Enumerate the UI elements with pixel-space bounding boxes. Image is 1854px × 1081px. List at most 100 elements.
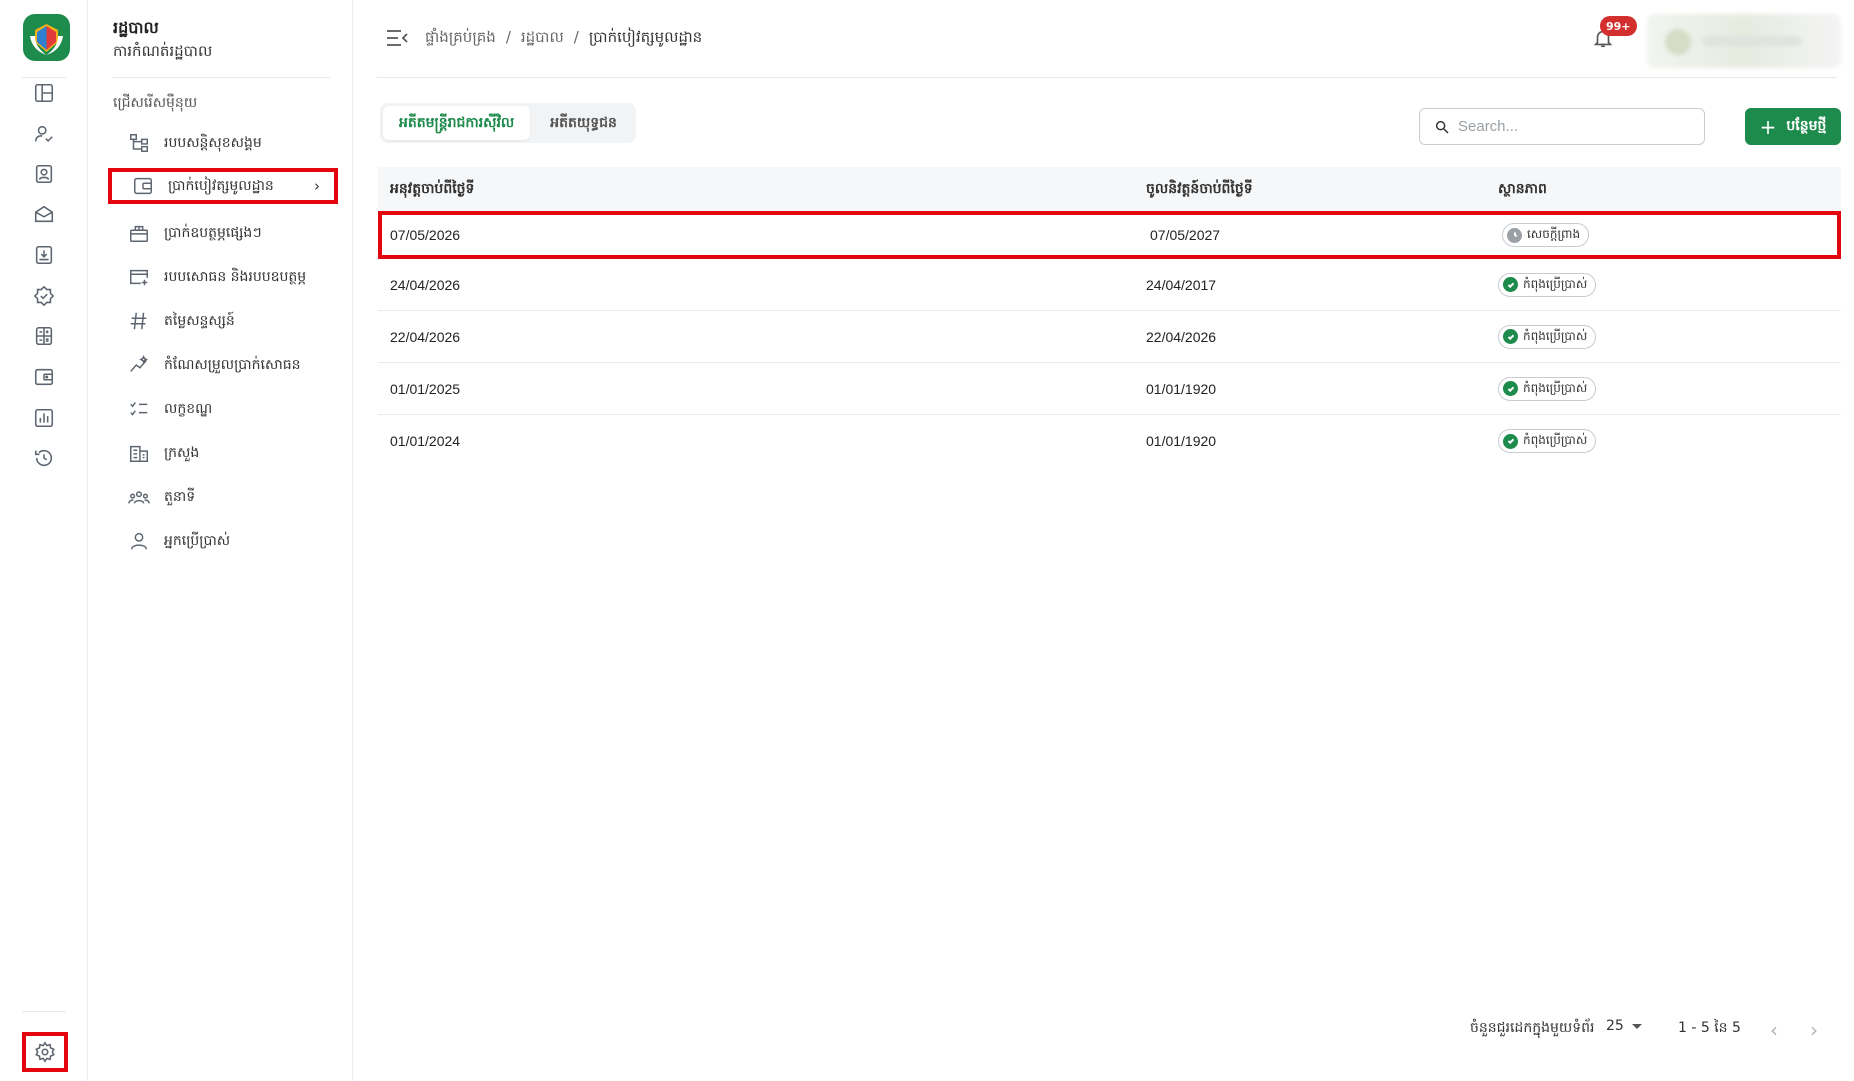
- header-divider: [377, 77, 1837, 78]
- hashtag-icon: [130, 312, 147, 330]
- dashboard-icon[interactable]: [30, 79, 58, 107]
- submenu-divider: [112, 77, 330, 78]
- status-badge: កំពុងប្រើប្រាស់: [1498, 324, 1597, 349]
- search-icon: [1435, 120, 1449, 134]
- cell-effective-date: 01/01/2025: [390, 380, 461, 397]
- cell-status: កំពុងប្រើប្រាស់: [1486, 324, 1841, 349]
- submenu-item-label: តួនាទី: [164, 488, 196, 505]
- breadcrumb-dashboard[interactable]: ផ្ទាំងគ្រប់គ្រង: [425, 28, 496, 50]
- cell-retirement-date: 22/04/2026: [1146, 328, 1217, 345]
- building-icon: [129, 445, 149, 462]
- check-circle-icon: [1503, 433, 1518, 449]
- submenu-section-label: ជ្រើសរើសម៉ឺនុយ: [113, 95, 198, 111]
- submenu-item-index-value[interactable]: តម្លៃសន្ទស្សន៍: [128, 303, 336, 339]
- history-icon[interactable]: [30, 444, 58, 472]
- submenu-item-label: លក្ខខណ្ឌ: [164, 400, 213, 417]
- submenu-item-label: របបសន្តិសុខសង្គម: [164, 134, 262, 151]
- card-plus-icon: [130, 269, 148, 286]
- cell-retirement-date: 24/04/2017: [1146, 276, 1217, 293]
- plus-icon: +: [1759, 114, 1777, 139]
- sparkle-chart-icon: [130, 355, 148, 372]
- next-page-button[interactable]: ›: [1810, 1018, 1818, 1042]
- submenu-item-label: របបសោធន និងរបបឧបត្ថម្ភ: [164, 268, 307, 285]
- breadcrumb-current: ប្រាក់បៀវត្សមូលដ្ឋាន: [588, 28, 703, 46]
- table-row[interactable]: 01/01/2025 01/01/1920 កំពុងប្រើប្រាស់: [378, 363, 1841, 415]
- add-new-label: បន្ថែមថ្មី: [1786, 118, 1827, 134]
- base-salary-table: អនុវត្តចាប់ពីថ្ងៃទី ចូលនិវត្តន៍ចាប់ពីថ្ង…: [378, 167, 1841, 467]
- wallet-icon: [134, 177, 152, 195]
- icon-rail: [0, 0, 88, 1081]
- cell-retirement-date: 01/01/1920: [1146, 380, 1217, 397]
- settings-button[interactable]: [22, 1032, 68, 1072]
- status-label: កំពុងប្រើប្រាស់: [1523, 380, 1588, 395]
- rows-per-page-select[interactable]: 25: [1606, 1018, 1642, 1034]
- tab-former-veterans[interactable]: អតីតយុទ្ធជន: [534, 106, 633, 140]
- tab-former-civil-servants[interactable]: អតីតមន្ត្រីរាជការស៊ីវិល: [383, 106, 531, 140]
- menu-collapse-icon: [387, 30, 408, 46]
- submenu-item-roles[interactable]: តួនាទី: [128, 479, 336, 515]
- submenu-item-label: កំណែសម្រួលប្រាក់សោធន: [164, 356, 301, 373]
- clock-icon: [1507, 227, 1522, 243]
- user-icon: [130, 532, 148, 550]
- calculator-icon[interactable]: [30, 322, 58, 350]
- submenu-item-ministries[interactable]: ក្រសួង: [128, 435, 336, 471]
- submenu-item-label: តម្លៃសន្ទស្សន៍: [164, 312, 235, 329]
- cell-status: កំពុងប្រើប្រាស់: [1486, 429, 1841, 453]
- rows-per-page-value: 25: [1606, 1018, 1624, 1034]
- verified-badge-icon[interactable]: [30, 282, 58, 310]
- breadcrumb-separator: /: [573, 28, 579, 46]
- bar-chart-icon[interactable]: [30, 404, 58, 432]
- column-header-status[interactable]: ស្ថានភាព: [1486, 179, 1841, 200]
- cell-effective-date: 22/04/2026: [390, 328, 461, 345]
- search-input[interactable]: [1458, 118, 1698, 135]
- submenu-item-users[interactable]: អ្នកប្រើប្រាស់: [128, 523, 336, 559]
- cell-status: កំពុងប្រើប្រាស់: [1486, 376, 1841, 401]
- download-box-icon[interactable]: [30, 241, 58, 269]
- add-new-button[interactable]: + បន្ថែមថ្មី: [1745, 108, 1841, 145]
- submenu-item-label: ប្រាក់បៀវត្សមូលដ្ឋាន: [168, 177, 274, 194]
- table-row[interactable]: 24/04/2026 24/04/2017 កំពុងប្រើប្រាស់: [378, 259, 1841, 311]
- submenu-item-label: អ្នកប្រើប្រាស់: [164, 532, 231, 549]
- cell-retirement-date: 07/05/2027: [1150, 227, 1221, 243]
- profile-card-icon[interactable]: [30, 160, 58, 188]
- status-badge: កំពុងប្រើប្រាស់: [1498, 429, 1597, 453]
- top-header: ផ្ទាំងគ្រប់គ្រង / រដ្ឋបាល / ប្រាក់បៀវត្ស…: [353, 0, 1854, 78]
- table-row[interactable]: 01/01/2024 01/01/1920 កំពុងប្រើប្រាស់: [378, 415, 1841, 467]
- status-badge: កំពុងប្រើប្រាស់: [1498, 272, 1597, 297]
- search-field[interactable]: [1419, 108, 1705, 145]
- column-header-effective-date[interactable]: អនុវត្តចាប់ពីថ្ងៃទី: [378, 179, 1134, 200]
- breadcrumb: ផ្ទាំងគ្រប់គ្រង / រដ្ឋបាល / ប្រាក់បៀវត្ស…: [425, 28, 702, 50]
- status-label: កំពុងប្រើប្រាស់: [1523, 276, 1588, 291]
- submenu-item-base-salary[interactable]: ប្រាក់បៀវត្សមូលដ្ឋាន ›: [108, 168, 338, 204]
- table-row[interactable]: 07/05/2026 07/05/2027 សេចក្តីព្រាង: [378, 211, 1841, 259]
- submenu-item-pension-adjustment[interactable]: កំណែសម្រួលប្រាក់សោធន: [128, 347, 336, 383]
- column-header-retirement-date[interactable]: ចូលនិវត្តន៍ចាប់ពីថ្ងៃទី: [1134, 179, 1486, 200]
- submenu-item-pension-schemes[interactable]: របបសោធន និងរបបឧបត្ថម្ភ: [128, 259, 336, 295]
- wallet-icon[interactable]: [30, 363, 58, 391]
- submenu-item-label: ក្រសួង: [164, 444, 200, 461]
- category-tabs: អតីតមន្ត្រីរាជការស៊ីវិល អតីតយុទ្ធជន: [380, 103, 636, 143]
- user-profile-menu[interactable]: [1647, 14, 1841, 68]
- previous-page-button[interactable]: ‹: [1770, 1018, 1778, 1042]
- notification-count-badge: 99+: [1600, 16, 1637, 36]
- cell-effective-date: 07/05/2026: [390, 227, 461, 243]
- user-check-icon[interactable]: [30, 120, 58, 148]
- logo-hands-icon: [30, 24, 63, 55]
- check-circle-icon: [1503, 277, 1518, 292]
- check-circle-icon: [1503, 381, 1518, 396]
- submenu-item-conditions[interactable]: លក្ខខណ្ឌ: [128, 391, 336, 427]
- menu-collapse-button[interactable]: [386, 29, 408, 47]
- hierarchy-icon: [130, 134, 148, 152]
- submenu-subtitle: ការកំណត់រដ្ឋបាល: [113, 42, 213, 60]
- status-label: កំពុងប្រើប្រាស់: [1523, 328, 1588, 343]
- status-badge: កំពុងប្រើប្រាស់: [1498, 376, 1597, 401]
- admin-submenu: រដ្ឋបាល ការកំណត់រដ្ឋបាល ជ្រើសរើសម៉ឺនុយ រ…: [88, 0, 353, 1081]
- table-row[interactable]: 22/04/2026 22/04/2026 កំពុងប្រើប្រាស់: [378, 311, 1841, 363]
- submenu-item-allowances[interactable]: ប្រាក់ឧបត្ថម្ភផ្សេងៗ: [128, 215, 336, 251]
- breadcrumb-separator: /: [505, 28, 511, 46]
- app-logo[interactable]: [23, 14, 70, 61]
- mail-open-icon[interactable]: [30, 200, 58, 228]
- breadcrumb-admin[interactable]: រដ្ឋបាល: [521, 28, 564, 50]
- gear-icon: [35, 1041, 55, 1063]
- submenu-item-social-security[interactable]: របបសន្តិសុខសង្គម: [128, 125, 336, 161]
